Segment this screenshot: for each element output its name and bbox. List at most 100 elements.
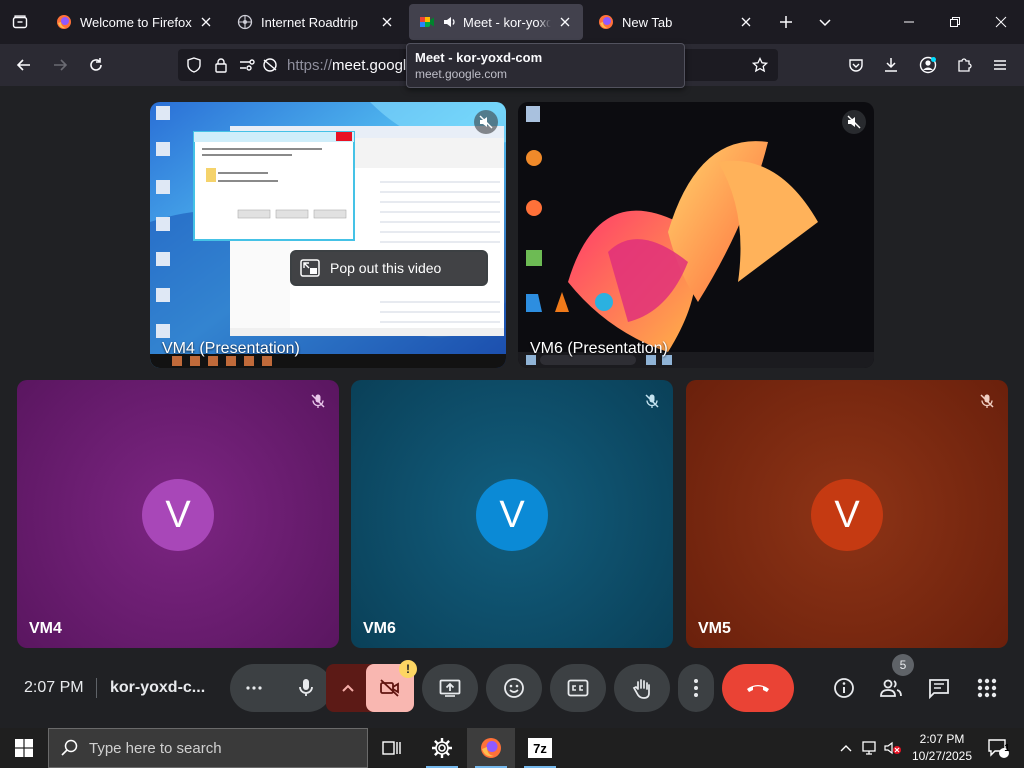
volume-off-icon bbox=[847, 115, 861, 129]
back-button[interactable] bbox=[8, 49, 40, 81]
avatar: V bbox=[811, 479, 883, 551]
close-tab-icon[interactable] bbox=[198, 14, 214, 30]
chevron-up-icon bbox=[840, 745, 852, 752]
hamburger-menu-icon bbox=[994, 60, 1006, 70]
participant-name: VM5 bbox=[698, 620, 731, 637]
camera-settings-chevron-icon[interactable] bbox=[338, 678, 358, 698]
tab-title: New Tab bbox=[622, 14, 673, 30]
account-icon bbox=[919, 56, 937, 74]
tab-welcome[interactable]: Welcome to Firefox bbox=[46, 4, 224, 40]
app-menu-button[interactable] bbox=[984, 49, 1016, 81]
camera-blocked-icon[interactable] bbox=[260, 55, 280, 75]
audio-controls-group bbox=[230, 664, 332, 712]
tab-meet[interactable]: Meet - kor-yoxd-com bbox=[409, 4, 583, 40]
tab-internet-roadtrip[interactable]: Internet Roadtrip bbox=[227, 4, 405, 40]
7zip-icon: 7z bbox=[528, 738, 552, 758]
downloads-button[interactable] bbox=[875, 49, 907, 81]
pop-out-video-button[interactable]: Pop out this video bbox=[290, 250, 488, 286]
meeting-time: 2:07 PM bbox=[24, 679, 84, 696]
lock-icon[interactable] bbox=[211, 55, 231, 75]
url-text[interactable]: https://meet.google bbox=[287, 57, 415, 74]
leave-call-button[interactable] bbox=[722, 664, 794, 712]
start-button[interactable] bbox=[0, 728, 48, 768]
extensions-button[interactable] bbox=[948, 49, 980, 81]
bookmark-star-icon[interactable] bbox=[750, 55, 770, 75]
network-button[interactable] bbox=[860, 728, 882, 768]
7zip-taskbar-button[interactable]: 7z bbox=[516, 728, 564, 768]
minimize-icon bbox=[904, 21, 914, 23]
forward-button[interactable] bbox=[44, 49, 76, 81]
meeting-details-button[interactable] bbox=[827, 671, 861, 705]
participant-name: VM6 bbox=[363, 620, 396, 637]
people-count-badge: 5 bbox=[892, 654, 914, 676]
firefox-icon bbox=[599, 15, 613, 29]
activities-button[interactable] bbox=[970, 671, 1004, 705]
minimize-button[interactable] bbox=[886, 0, 932, 44]
audio-settings-more-icon[interactable] bbox=[244, 678, 264, 698]
presentation-label: VM4 (Presentation) bbox=[162, 340, 300, 357]
firefox-taskbar-button[interactable] bbox=[467, 728, 515, 768]
people-button[interactable] bbox=[874, 671, 908, 705]
more-options-button[interactable] bbox=[678, 664, 714, 712]
network-icon bbox=[862, 741, 876, 755]
gear-icon bbox=[432, 738, 452, 758]
close-tab-icon[interactable] bbox=[738, 14, 754, 30]
captions-button[interactable] bbox=[550, 664, 606, 712]
present-screen-button[interactable] bbox=[422, 664, 478, 712]
presentation-vm6[interactable]: VM6 (Presentation) bbox=[518, 102, 874, 368]
tab-title: Internet Roadtrip bbox=[261, 14, 358, 30]
close-window-button[interactable] bbox=[978, 0, 1024, 44]
avatar: V bbox=[142, 479, 214, 551]
camera-off-icon bbox=[380, 679, 399, 697]
plus-icon bbox=[780, 16, 792, 28]
reload-button[interactable] bbox=[80, 49, 112, 81]
volume-muted-button[interactable] bbox=[882, 728, 904, 768]
participant-tile-vm4[interactable]: V VM4 bbox=[17, 380, 339, 648]
meet-stage: Pop out this video VM4 (Presentation) VM… bbox=[0, 86, 1024, 728]
apps-grid-icon bbox=[977, 678, 997, 698]
show-hidden-icons-button[interactable] bbox=[836, 728, 856, 768]
tab-new-tab[interactable]: New Tab bbox=[588, 4, 764, 40]
restore-button[interactable] bbox=[932, 0, 978, 44]
tab-title: Welcome to Firefox bbox=[80, 14, 192, 30]
participant-tile-vm5[interactable]: V VM5 bbox=[686, 380, 1008, 648]
volume-muted-icon bbox=[884, 741, 901, 755]
firefox-icon bbox=[481, 738, 501, 758]
restore-icon bbox=[950, 17, 960, 27]
settings-app-button[interactable] bbox=[418, 728, 466, 768]
close-tab-icon[interactable] bbox=[379, 14, 395, 30]
google-meet-icon bbox=[420, 17, 434, 27]
tab-strip: Welcome to Firefox Internet Roadtrip Mee… bbox=[0, 0, 1024, 44]
url-prefix: https:// bbox=[287, 57, 333, 74]
chat-icon bbox=[929, 679, 949, 699]
list-all-tabs-button[interactable] bbox=[0, 0, 40, 44]
task-view-icon bbox=[382, 741, 401, 755]
chevron-down-icon bbox=[819, 19, 831, 27]
tracking-protection-shield-icon[interactable] bbox=[184, 55, 204, 75]
microphone-icon bbox=[299, 679, 313, 696]
close-tab-icon[interactable] bbox=[557, 14, 573, 30]
raise-hand-button[interactable] bbox=[614, 664, 670, 712]
presentation-vm4[interactable]: Pop out this video VM4 (Presentation) bbox=[150, 102, 506, 368]
task-view-button[interactable] bbox=[368, 728, 416, 768]
new-tab-button[interactable] bbox=[768, 4, 804, 40]
tab-overflow-button[interactable] bbox=[807, 4, 843, 40]
people-icon bbox=[880, 679, 902, 697]
account-button[interactable] bbox=[912, 49, 944, 81]
vm4-screen-share bbox=[150, 102, 506, 368]
taskbar-clock[interactable]: 2:07 PM 10/27/2025 bbox=[904, 731, 980, 765]
permissions-icon[interactable] bbox=[238, 55, 258, 75]
globe-icon bbox=[237, 14, 253, 30]
chat-button[interactable] bbox=[922, 671, 956, 705]
tooltip-title: Meet - kor-yoxd-com bbox=[415, 50, 543, 65]
volume-off-icon bbox=[479, 115, 493, 129]
reactions-button[interactable] bbox=[486, 664, 542, 712]
participant-tile-vm6[interactable]: V VM6 bbox=[351, 380, 673, 648]
speaker-audio-icon[interactable] bbox=[443, 15, 457, 29]
microphone-button[interactable] bbox=[282, 664, 330, 712]
notifications-button[interactable]: 1 bbox=[980, 728, 1016, 768]
taskbar-search-box[interactable]: Type here to search bbox=[48, 728, 368, 768]
mic-off-icon bbox=[307, 390, 329, 412]
pocket-button[interactable] bbox=[840, 49, 872, 81]
tab-list-icon bbox=[12, 15, 28, 29]
